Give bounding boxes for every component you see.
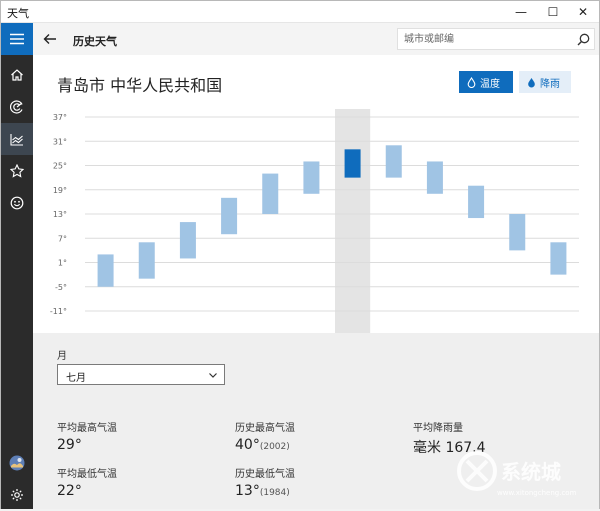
y-tick-label: -11° xyxy=(50,307,67,316)
y-tick-label: -5° xyxy=(55,283,67,292)
nav-maps[interactable] xyxy=(1,91,33,123)
title-bar: 天气 — ☐ ✕ xyxy=(1,1,599,23)
temperature-range-bar xyxy=(426,161,443,194)
watermark-url: www.xitongcheng.com xyxy=(497,489,577,497)
search-button[interactable] xyxy=(575,31,591,47)
nav-life[interactable] xyxy=(1,187,33,219)
account-button[interactable] xyxy=(1,447,33,479)
settings-icon xyxy=(11,489,23,501)
stat-avg-high: 平均最高气温 29° xyxy=(57,419,117,453)
watermark: 系统城 www.xitongcheng.com xyxy=(453,441,593,501)
stat-value: 40° xyxy=(235,437,260,453)
temperature-chart: 37°31°25°19°13°7°1°-5°-11°1月2月3月4月5月6月7月… xyxy=(33,109,599,353)
top-bar: 历史天气 xyxy=(33,23,599,55)
drop-icon xyxy=(528,77,535,87)
radar-icon xyxy=(10,100,23,114)
y-tick-label: 25° xyxy=(53,162,67,171)
favorite-icon xyxy=(10,164,24,178)
temperature-range-bar xyxy=(97,254,114,287)
search-icon xyxy=(577,33,589,45)
stat-label: 历史最低气温 xyxy=(235,469,295,480)
temperature-range-bar xyxy=(385,145,402,178)
home-icon xyxy=(11,69,23,81)
temperature-range-bar xyxy=(221,197,238,235)
y-tick-label: 19° xyxy=(53,186,67,195)
hamburger-icon xyxy=(10,33,24,45)
hamburger-menu-button[interactable] xyxy=(1,23,33,55)
search-input[interactable] xyxy=(404,32,554,47)
stat-record-high: 历史最高气温 40°(2002) xyxy=(235,419,295,453)
temperature-range-bar xyxy=(468,185,485,219)
temperature-toggle-label: 温度 xyxy=(480,78,500,90)
temperature-range-bar xyxy=(262,173,279,214)
temperature-toggle[interactable]: 温度 xyxy=(459,71,513,93)
window-title: 天气 xyxy=(7,7,29,20)
search-box[interactable] xyxy=(397,28,595,50)
stat-year: (2002) xyxy=(259,442,290,452)
page-title: 历史天气 xyxy=(73,35,117,48)
maximize-button[interactable]: ☐ xyxy=(537,1,569,23)
month-select-value: 七月 xyxy=(66,373,86,384)
stat-avg-low: 平均最低气温 22° xyxy=(57,465,117,499)
watermark-logo: 系统城 www.xitongcheng.com xyxy=(457,451,577,497)
nav-rail xyxy=(1,23,33,509)
city-title: 青岛市 中华人民共和国 xyxy=(57,76,223,95)
y-tick-label: 7° xyxy=(58,234,67,243)
temperature-range-bar xyxy=(509,214,526,251)
y-tick-label: 37° xyxy=(53,113,67,122)
month-select[interactable]: 七月 xyxy=(57,364,225,385)
stat-record-low: 历史最低气温 13°(1984) xyxy=(235,465,295,499)
app-window: 天气 — ☐ ✕ 历史天气 城市或邮编 青岛市 中华人民共和国 温度 降雨 37… xyxy=(0,0,600,509)
watermark-text: 系统城 xyxy=(501,460,561,484)
month-label: 月 xyxy=(57,351,67,362)
temperature-range-bar xyxy=(138,242,155,279)
stat-value: 29° xyxy=(57,437,82,453)
emoji-icon xyxy=(10,196,24,210)
stat-label: 平均最低气温 xyxy=(57,469,117,480)
close-button[interactable]: ✕ xyxy=(567,1,599,23)
stat-year: (1984) xyxy=(259,488,290,498)
history-icon xyxy=(10,134,23,146)
chevron-down-icon xyxy=(209,373,217,378)
stat-value: 22° xyxy=(57,483,82,499)
back-button[interactable] xyxy=(41,30,59,48)
nav-history[interactable] xyxy=(1,123,33,155)
temperature-range-bar xyxy=(303,161,320,194)
nav-home[interactable] xyxy=(1,59,33,91)
temperature-range-bar xyxy=(344,149,361,178)
minimize-button[interactable]: — xyxy=(505,1,537,23)
main-content: 历史天气 青岛市 中华人民共和国 温度 降雨 37° 31° 25° 19° 13° 7°… xyxy=(33,23,599,509)
chart-svg: 37°31°25°19°13°7°1°-5°-11°1月2月3月4月5月6月7月… xyxy=(50,109,579,353)
y-tick-label: 13° xyxy=(53,210,67,219)
y-tick-label: 31° xyxy=(53,137,67,146)
drop-icon xyxy=(467,76,476,88)
rainfall-toggle-label: 降雨 xyxy=(540,78,560,90)
y-tick-label: 1° xyxy=(58,259,67,268)
back-arrow-icon xyxy=(43,34,56,44)
temperature-range-bar xyxy=(550,242,567,275)
temperature-range-bar xyxy=(179,222,196,259)
rainfall-toggle[interactable]: 降雨 xyxy=(519,71,571,93)
stat-value: 13° xyxy=(235,483,260,499)
stat-label: 平均最高气温 xyxy=(57,423,117,434)
nav-favorites[interactable] xyxy=(1,155,33,187)
avatar xyxy=(9,455,25,471)
stat-label: 平均降雨量 xyxy=(413,423,463,434)
selected-month-column xyxy=(335,109,371,353)
stat-label: 历史最高气温 xyxy=(235,423,295,434)
nav-settings[interactable] xyxy=(1,479,33,511)
